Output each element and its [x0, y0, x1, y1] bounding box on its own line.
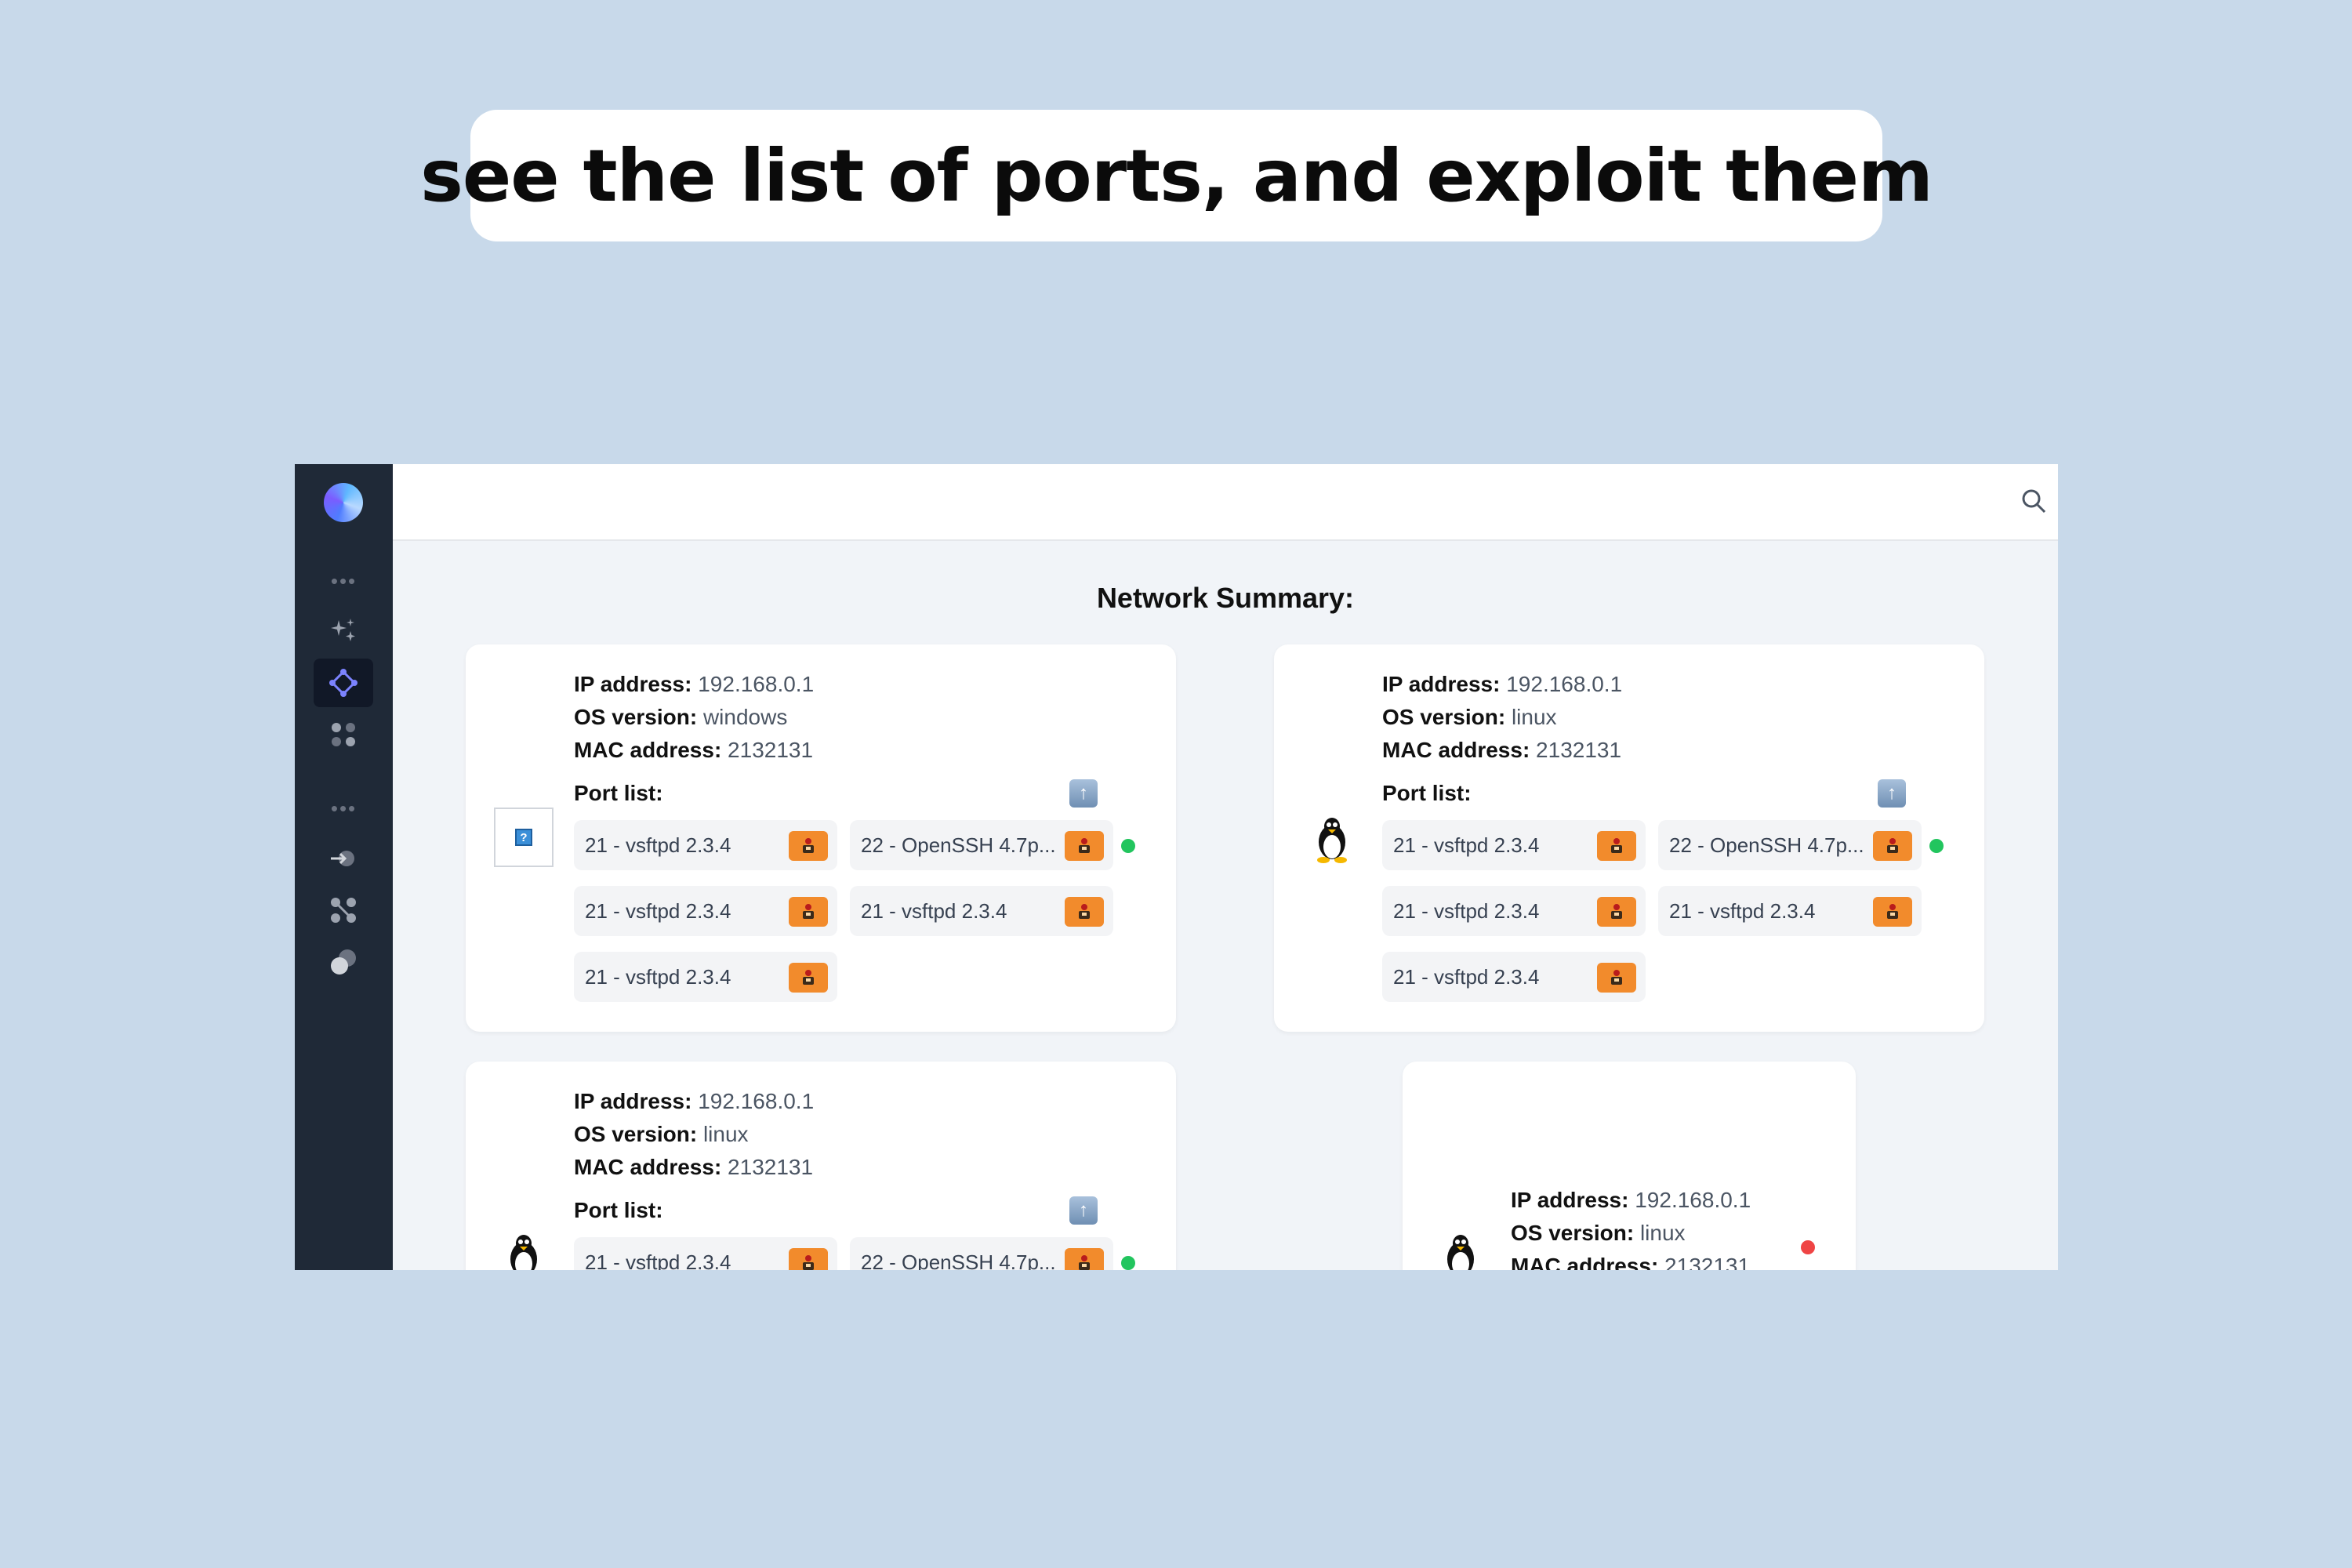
- exploit-icon[interactable]: [1065, 897, 1104, 927]
- top-bar: [393, 464, 2058, 541]
- mac-value: 2132131: [728, 1155, 814, 1179]
- mac-line: MAC address: 2132131: [1511, 1250, 1750, 1270]
- port-item[interactable]: 21 - vsftpd 2.3.4: [574, 1237, 837, 1270]
- port-list-label: Port list:: [1382, 781, 1472, 805]
- host-card[interactable]: IP address: 192.168.0.1 OS version: linu…: [1274, 644, 1984, 1032]
- collapse-up-icon[interactable]: ↑: [1069, 1196, 1098, 1225]
- mac-line: MAC address: 2132131: [574, 738, 814, 762]
- apps-grid-icon[interactable]: [314, 710, 373, 759]
- mac-value: 2132131: [1536, 738, 1622, 762]
- port-item[interactable]: 21 - vsftpd 2.3.4: [850, 886, 1113, 936]
- exploit-icon[interactable]: [1065, 1248, 1104, 1270]
- mac-line: MAC address: 2132131: [574, 1155, 814, 1179]
- linux-penguin-icon: [1447, 1235, 1474, 1270]
- app-logo-icon[interactable]: [324, 483, 363, 522]
- host-card[interactable]: IP address: 192.168.0.1 OS version: linu…: [1403, 1062, 1856, 1270]
- ip-value: 192.168.0.1: [698, 672, 815, 696]
- host-card[interactable]: ? IP address: 192.168.0.1 OS version: wi…: [466, 644, 1176, 1032]
- exploit-icon[interactable]: [1597, 897, 1636, 927]
- collapse-up-icon[interactable]: ↑: [1069, 779, 1098, 808]
- login-arrow-icon[interactable]: [314, 834, 373, 883]
- port-list-label: Port list:: [574, 781, 663, 805]
- status-offline-dot: [1801, 1240, 1815, 1254]
- exploit-icon[interactable]: [789, 831, 828, 861]
- port-item[interactable]: 22 - OpenSSH 4.7p...: [850, 820, 1113, 870]
- exploit-icon[interactable]: [1873, 897, 1912, 927]
- app-window: ••• ••• Network Summary: ? IP address: 1…: [295, 464, 2058, 1270]
- os-value: linux: [702, 1122, 749, 1146]
- page-title: Network Summary:: [1096, 582, 1355, 614]
- status-online-dot: [1121, 1256, 1135, 1270]
- collapse-up-icon[interactable]: ↑: [1878, 779, 1906, 808]
- ip-line: IP address: 192.168.0.1: [1382, 672, 1623, 696]
- exploit-icon[interactable]: [1873, 831, 1912, 861]
- os-value: windows: [702, 705, 788, 729]
- ip-value: 192.168.0.1: [1635, 1188, 1751, 1212]
- more-dots-icon[interactable]: •••: [295, 797, 393, 821]
- ip-line: IP address: 192.168.0.1: [1511, 1188, 1751, 1212]
- os-value: linux: [1639, 1221, 1686, 1245]
- linux-penguin-icon: [1317, 818, 1347, 863]
- exploit-icon[interactable]: [789, 1248, 828, 1270]
- status-online-dot: [1121, 839, 1135, 853]
- toggle-circles-icon[interactable]: [314, 938, 373, 986]
- headline-banner: see the list of ports, and exploit them: [420, 110, 1933, 241]
- more-dots-icon[interactable]: •••: [295, 569, 393, 593]
- unknown-os-icon: ?: [494, 808, 554, 867]
- status-online-dot: [1929, 839, 1944, 853]
- port-item[interactable]: 21 - vsftpd 2.3.4: [1658, 886, 1922, 936]
- port-list-label: Port list:: [574, 1198, 663, 1222]
- mac-line: MAC address: 2132131: [1382, 738, 1622, 762]
- port-item[interactable]: 22 - OpenSSH 4.7p...: [850, 1237, 1113, 1270]
- os-line: OS version: windows: [574, 705, 788, 729]
- mac-value: 2132131: [728, 738, 814, 762]
- port-item[interactable]: 21 - vsftpd 2.3.4: [1382, 820, 1646, 870]
- os-line: OS version: linux: [1511, 1221, 1686, 1245]
- ip-line: IP address: 192.168.0.1: [574, 1089, 815, 1113]
- search-icon[interactable]: [2020, 488, 2047, 514]
- ip-value: 192.168.0.1: [1506, 672, 1623, 696]
- port-item[interactable]: 21 - vsftpd 2.3.4: [574, 952, 837, 1002]
- port-item[interactable]: 21 - vsftpd 2.3.4: [574, 820, 837, 870]
- port-item[interactable]: 21 - vsftpd 2.3.4: [574, 886, 837, 936]
- ip-value: 192.168.0.1: [698, 1089, 815, 1113]
- port-item[interactable]: 21 - vsftpd 2.3.4: [1382, 952, 1646, 1002]
- exploit-icon[interactable]: [1597, 963, 1636, 993]
- sparkles-icon[interactable]: [314, 607, 373, 655]
- os-line: OS version: linux: [1382, 705, 1557, 729]
- headline-text: see the list of ports, and exploit them: [420, 133, 1933, 218]
- sidebar: ••• •••: [295, 464, 393, 1270]
- exploit-icon[interactable]: [789, 963, 828, 993]
- host-card[interactable]: IP address: 192.168.0.1 OS version: linu…: [466, 1062, 1176, 1270]
- port-item[interactable]: 22 - OpenSSH 4.7p...: [1658, 820, 1922, 870]
- mac-value: 2132131: [1664, 1254, 1751, 1270]
- os-line: OS version: linux: [574, 1122, 749, 1146]
- exploit-icon[interactable]: [1597, 831, 1636, 861]
- linux-penguin-icon: [510, 1235, 537, 1270]
- exploit-icon[interactable]: [789, 897, 828, 927]
- exploit-icon[interactable]: [1065, 831, 1104, 861]
- ip-line: IP address: 192.168.0.1: [574, 672, 815, 696]
- port-item[interactable]: 21 - vsftpd 2.3.4: [1382, 886, 1646, 936]
- share-graph-icon[interactable]: [314, 886, 373, 935]
- os-value: linux: [1511, 705, 1557, 729]
- network-nodes-icon[interactable]: [314, 659, 373, 707]
